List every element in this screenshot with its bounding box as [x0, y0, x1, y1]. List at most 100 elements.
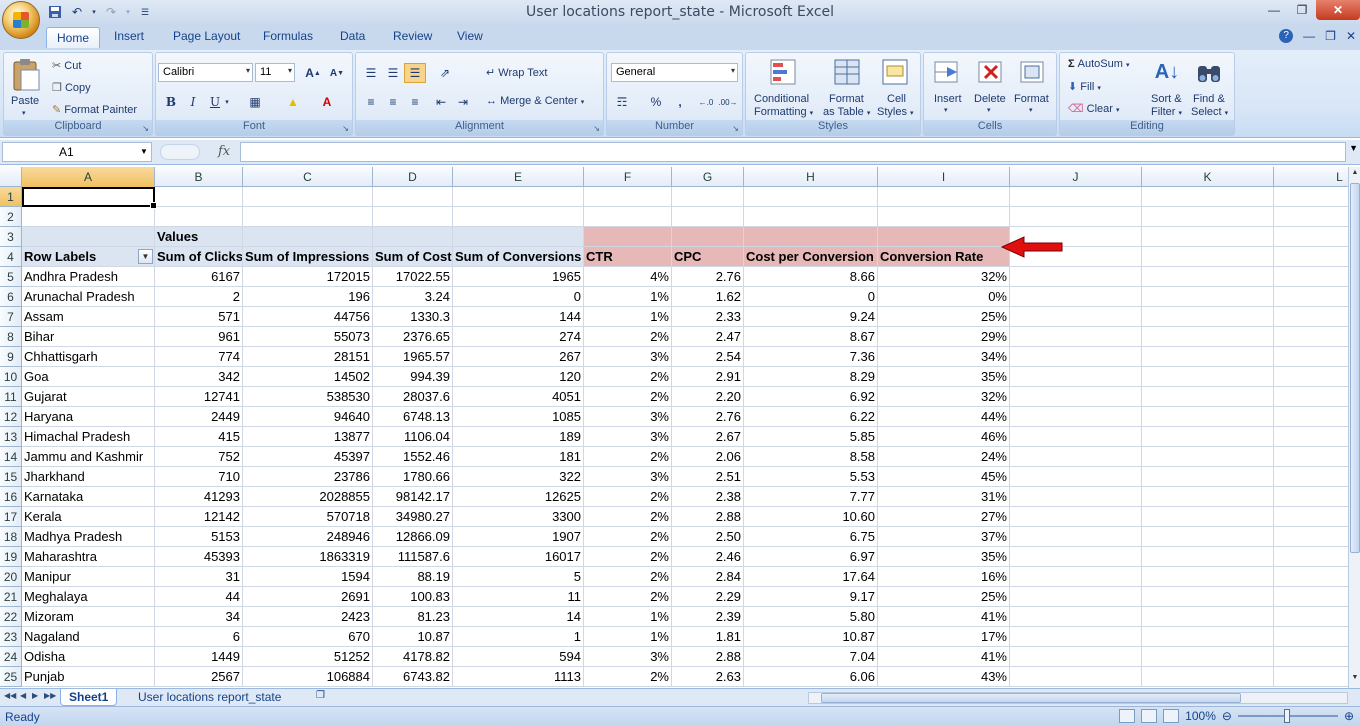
table-cell[interactable]: 3300: [453, 507, 584, 527]
empty-cell[interactable]: [1010, 267, 1142, 287]
row-header-7[interactable]: 7: [0, 307, 22, 327]
table-cell[interactable]: 196: [243, 287, 373, 307]
first-sheet-icon[interactable]: ◀◀: [4, 691, 16, 700]
empty-cell[interactable]: [1010, 187, 1142, 207]
empty-cell[interactable]: [1274, 547, 1348, 567]
empty-cell[interactable]: [1142, 287, 1274, 307]
table-cell[interactable]: 11: [453, 587, 584, 607]
row-header-4[interactable]: 4: [0, 247, 22, 267]
row-header-1[interactable]: 1: [0, 187, 22, 207]
table-cell[interactable]: 2%: [584, 387, 672, 407]
table-cell[interactable]: 1965.57: [373, 347, 453, 367]
sort-filter-button[interactable]: Sort &: [1151, 93, 1182, 105]
conditional-formatting-icon[interactable]: [768, 57, 798, 87]
workbook-minimize-icon[interactable]: —: [1303, 29, 1315, 43]
empty-cell[interactable]: [1274, 627, 1348, 647]
pivot-column-header[interactable]: Sum of Cost: [373, 247, 453, 267]
zoom-slider-knob[interactable]: [1283, 709, 1290, 723]
row-header-15[interactable]: 15: [0, 467, 22, 487]
table-cell[interactable]: 144: [453, 307, 584, 327]
horizontal-scroll-thumb[interactable]: [821, 693, 1241, 703]
empty-cell[interactable]: [1274, 187, 1348, 207]
empty-cell[interactable]: [1142, 547, 1274, 567]
table-cell[interactable]: 45%: [878, 467, 1010, 487]
last-sheet-icon[interactable]: ▶▶: [44, 691, 56, 700]
table-cell[interactable]: 181: [453, 447, 584, 467]
row-label-cell[interactable]: Maharashtra: [22, 547, 155, 567]
column-header-a[interactable]: A: [22, 167, 155, 187]
row-label-cell[interactable]: Kerala: [22, 507, 155, 527]
decrease-decimal-icon[interactable]: .00→: [717, 92, 739, 112]
table-cell[interactable]: 570718: [243, 507, 373, 527]
table-cell[interactable]: 2: [155, 287, 243, 307]
shrink-font-icon[interactable]: A ▼: [326, 63, 348, 83]
row-label-cell[interactable]: Gujarat: [22, 387, 155, 407]
empty-cell[interactable]: [1274, 327, 1348, 347]
empty-cell[interactable]: [1274, 387, 1348, 407]
row-label-cell[interactable]: Karnataka: [22, 487, 155, 507]
find-select-button[interactable]: Find &: [1193, 93, 1225, 105]
tab-page-layout[interactable]: Page Layout: [173, 29, 240, 43]
row-label-cell[interactable]: Nagaland: [22, 627, 155, 647]
table-cell[interactable]: 29%: [878, 327, 1010, 347]
row-label-cell[interactable]: Arunachal Pradesh: [22, 287, 155, 307]
table-cell[interactable]: 172015: [243, 267, 373, 287]
empty-cell[interactable]: [1274, 287, 1348, 307]
table-cell[interactable]: [878, 227, 1010, 247]
row-label-cell[interactable]: Jharkhand: [22, 467, 155, 487]
table-cell[interactable]: 81.23: [373, 607, 453, 627]
cell-styles-button[interactable]: Cell: [887, 93, 906, 105]
table-cell[interactable]: 6748.13: [373, 407, 453, 427]
table-cell[interactable]: 34980.27: [373, 507, 453, 527]
empty-cell[interactable]: [1010, 667, 1142, 687]
empty-cell[interactable]: [1274, 507, 1348, 527]
borders-icon[interactable]: ▦: [244, 92, 266, 112]
row-label-cell[interactable]: Jammu and Kashmir: [22, 447, 155, 467]
cell-styles-icon[interactable]: [880, 57, 910, 87]
vertical-scrollbar[interactable]: ▲ ▼: [1348, 167, 1360, 688]
zoom-in-icon[interactable]: ⊕: [1344, 709, 1354, 723]
table-cell[interactable]: 35%: [878, 367, 1010, 387]
empty-cell[interactable]: [1274, 587, 1348, 607]
empty-cell[interactable]: [1010, 287, 1142, 307]
format-as-table-icon[interactable]: [832, 57, 862, 87]
empty-cell[interactable]: [1274, 527, 1348, 547]
insert-dropdown-icon[interactable]: ▾: [944, 106, 948, 114]
number-launcher-icon[interactable]: ↘: [732, 124, 739, 133]
empty-cell[interactable]: [1010, 387, 1142, 407]
fill-color-icon[interactable]: ▲: [282, 92, 304, 112]
clear-button[interactable]: ⌫ Clear ▾: [1068, 102, 1120, 115]
prev-sheet-icon[interactable]: ◀: [20, 691, 26, 700]
table-cell[interactable]: 2.84: [672, 567, 744, 587]
row-label-cell[interactable]: Punjab: [22, 667, 155, 687]
empty-cell[interactable]: [1010, 207, 1142, 227]
format-dropdown-icon[interactable]: ▾: [1029, 106, 1033, 114]
empty-cell[interactable]: [1274, 487, 1348, 507]
workbook-close-icon[interactable]: ✕: [1346, 29, 1356, 43]
table-cell[interactable]: [672, 187, 744, 207]
tab-view[interactable]: View: [457, 29, 483, 43]
table-cell[interactable]: 6.97: [744, 547, 878, 567]
row-label-cell[interactable]: [22, 207, 155, 227]
row-label-cell[interactable]: Chhattisgarh: [22, 347, 155, 367]
workbook-restore-icon[interactable]: ❐: [1325, 29, 1336, 43]
table-cell[interactable]: 9.17: [744, 587, 878, 607]
table-cell[interactable]: [243, 227, 373, 247]
bold-button[interactable]: B: [160, 92, 182, 112]
empty-cell[interactable]: [1010, 407, 1142, 427]
row-header-16[interactable]: 16: [0, 487, 22, 507]
empty-cell[interactable]: [1142, 227, 1274, 247]
table-cell[interactable]: 594: [453, 647, 584, 667]
table-cell[interactable]: 1%: [584, 307, 672, 327]
column-header-k[interactable]: K: [1142, 167, 1274, 187]
table-cell[interactable]: 2%: [584, 667, 672, 687]
table-cell[interactable]: 2%: [584, 447, 672, 467]
table-cell[interactable]: 2%: [584, 527, 672, 547]
row-label-cell[interactable]: Haryana: [22, 407, 155, 427]
empty-cell[interactable]: [1010, 427, 1142, 447]
name-box[interactable]: A1: [2, 142, 152, 162]
table-cell[interactable]: 6743.82: [373, 667, 453, 687]
copy-button[interactable]: ❐ Copy: [52, 81, 91, 94]
table-cell[interactable]: 94640: [243, 407, 373, 427]
table-cell[interactable]: 538530: [243, 387, 373, 407]
